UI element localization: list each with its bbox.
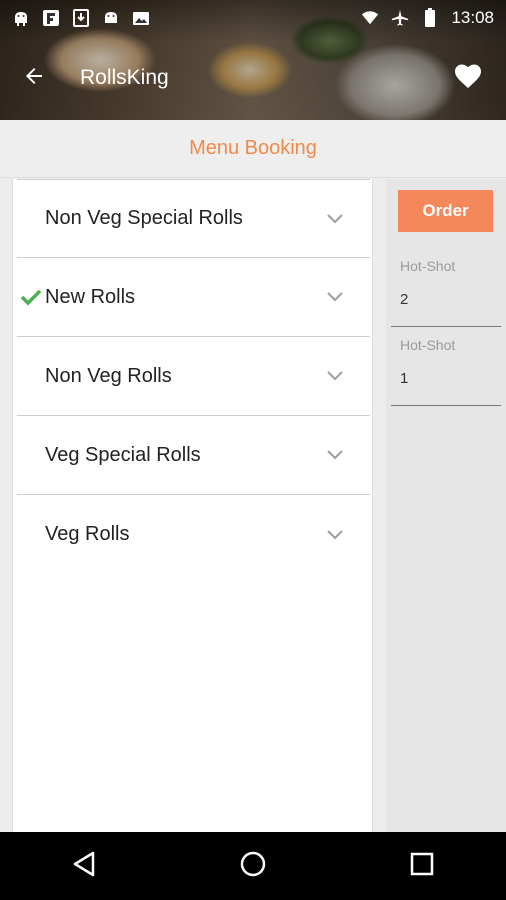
android-icon <box>12 9 30 27</box>
order-item[interactable]: Hot-Shot 1 <box>391 327 501 406</box>
category-list: Non Veg Special Rolls New Rolls Non Veg … <box>12 179 373 832</box>
status-bar: 13:08 <box>0 0 506 36</box>
order-item-name: Hot-Shot <box>400 258 456 274</box>
chevron-down-icon[interactable] <box>326 367 344 385</box>
section-title: Menu Booking <box>0 120 506 178</box>
order-panel: Order Hot-Shot 2 Hot-Shot 1 <box>386 179 506 832</box>
triangle-back-icon <box>71 851 97 882</box>
category-label: Non Veg Special Rolls <box>45 207 243 229</box>
nav-recents-button[interactable] <box>392 836 452 896</box>
order-item[interactable]: Hot-Shot 2 <box>391 248 501 327</box>
flipboard-icon <box>42 9 60 27</box>
favorite-button[interactable] <box>448 58 488 98</box>
status-time: 13:08 <box>451 8 494 27</box>
download-icon <box>72 9 90 27</box>
square-recents-icon <box>410 852 434 881</box>
nav-home-button[interactable] <box>223 836 283 896</box>
chevron-down-icon[interactable] <box>326 210 344 228</box>
category-row[interactable]: Veg Special Rolls <box>17 416 370 495</box>
order-item-qty: 2 <box>400 291 409 308</box>
android-icon <box>102 9 120 27</box>
order-item-name: Hot-Shot <box>400 337 456 353</box>
chevron-down-icon[interactable] <box>326 526 344 544</box>
chevron-down-icon[interactable] <box>326 446 344 464</box>
battery-icon <box>421 8 439 27</box>
nav-back-button[interactable] <box>54 836 114 896</box>
heart-icon <box>454 63 482 94</box>
wifi-icon <box>361 9 379 27</box>
order-button[interactable]: Order <box>398 190 493 232</box>
circle-home-icon <box>239 850 267 883</box>
check-icon <box>20 287 42 307</box>
category-label: Veg Special Rolls <box>45 443 201 466</box>
category-label: Veg Rolls <box>45 523 130 545</box>
image-icon <box>132 9 150 27</box>
category-row[interactable]: New Rolls <box>17 258 370 337</box>
category-row[interactable]: Non Veg Rolls <box>17 337 370 416</box>
order-item-qty: 1 <box>400 370 409 387</box>
toolbar: RollsKing <box>0 40 506 116</box>
chevron-down-icon[interactable] <box>326 288 344 306</box>
category-row[interactable]: Non Veg Special Rolls <box>17 179 370 258</box>
back-button[interactable] <box>6 50 62 106</box>
app-title: RollsKing <box>80 66 169 89</box>
navigation-bar <box>0 832 506 900</box>
category-row[interactable]: Veg Rolls <box>17 495 370 574</box>
arrow-back-icon <box>22 64 46 93</box>
category-label: New Rolls <box>45 285 136 308</box>
category-label: Non Veg Rolls <box>45 364 172 387</box>
airplane-icon <box>391 9 409 27</box>
